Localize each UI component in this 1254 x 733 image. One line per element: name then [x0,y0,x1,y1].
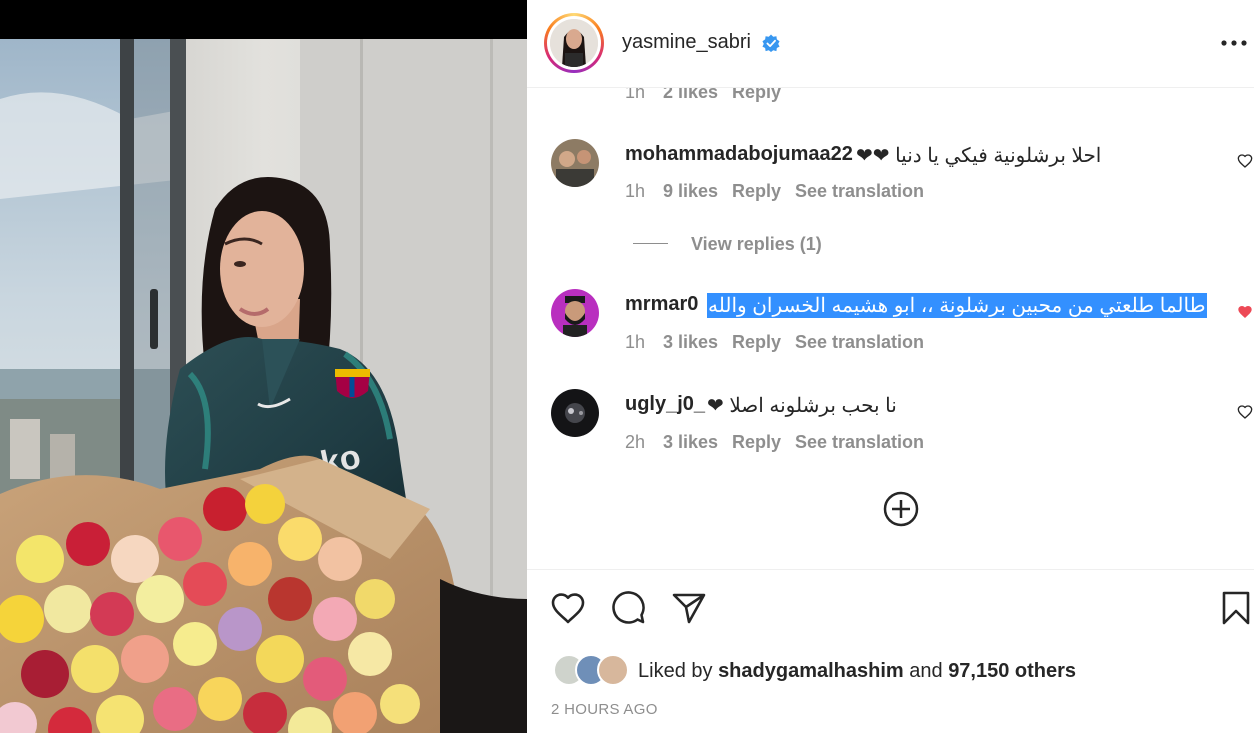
post-timestamp[interactable]: 2 HOURS AGO [551,701,658,718]
see-translation-button[interactable]: See translation [795,332,924,353]
comment-text: احلا برشلونية فيكي يا دنيا ❤❤ [856,145,1102,167]
liked-by-and: and [909,660,943,682]
post-photo[interactable]: eko [0,0,527,733]
comment-likes[interactable]: 9 likes [663,181,718,202]
more-options-icon[interactable] [1221,38,1247,48]
comment-time: 2h [625,432,646,452]
comment-like-icon[interactable] [1237,153,1253,169]
see-translation-button[interactable]: See translation [795,181,924,202]
liked-by-prefix: Liked by [638,660,713,682]
replies-divider [633,243,668,244]
avatar-ugly_j0_ [551,389,599,437]
liker-avatar [597,654,629,686]
liked-by-text: Liked by shadygamalhashim and 97,150 oth… [638,660,1076,683]
avatar[interactable] [551,289,599,337]
avatar-mohammadabojumaa22 [551,139,599,187]
send-icon[interactable] [670,589,708,627]
comment-time: 1h [625,181,646,201]
author-avatar-photo [550,19,598,67]
comment-likes[interactable]: 3 likes [663,432,718,453]
comment-liked-heart-icon[interactable] [1237,304,1253,320]
avatar-mrmar0 [551,289,599,337]
comment-likes[interactable]: 3 likes [663,332,718,353]
liked-by-user[interactable]: shadygamalhashim [718,660,904,682]
comment-like-icon[interactable] [1237,404,1253,420]
comment-username[interactable]: ugly_j0_ [625,393,705,416]
author-avatar[interactable] [544,13,604,73]
plus-circle-icon[interactable] [882,490,920,528]
actions-divider [527,569,1254,570]
view-replies-button[interactable]: View replies (1) [691,234,822,255]
post-side-panel: 1h 2 likes Reply mohammadabojumaa22 احلا… [527,0,1254,733]
post-image: eko [0,39,527,733]
verified-badge-icon [762,34,780,52]
comment-text-selected: طالما طلعتي من محبين برشلونة ،، ابو هشيم… [707,293,1207,318]
avatar[interactable] [551,139,599,187]
comment-username[interactable]: mrmar0 [625,293,698,316]
comment-username[interactable]: mohammadabojumaa22 [625,143,853,166]
comment-icon[interactable] [610,589,648,627]
avatar-image [550,19,598,67]
reply-button[interactable]: Reply [732,432,781,453]
comment-text: نا بحب برشلونه اصلا ❤ [707,395,897,417]
comment-time: 1h [625,332,646,352]
avatar[interactable] [551,389,599,437]
bookmark-icon[interactable] [1217,589,1254,627]
post-header: yasmine_sabri [527,0,1254,88]
see-translation-button[interactable]: See translation [795,432,924,453]
reply-button[interactable]: Reply [732,332,781,353]
author-username[interactable]: yasmine_sabri [622,31,751,54]
reply-button[interactable]: Reply [732,181,781,202]
heart-icon[interactable] [549,589,587,627]
liked-by-others[interactable]: 97,150 others [948,660,1076,682]
liked-by-avatars[interactable] [553,654,631,686]
